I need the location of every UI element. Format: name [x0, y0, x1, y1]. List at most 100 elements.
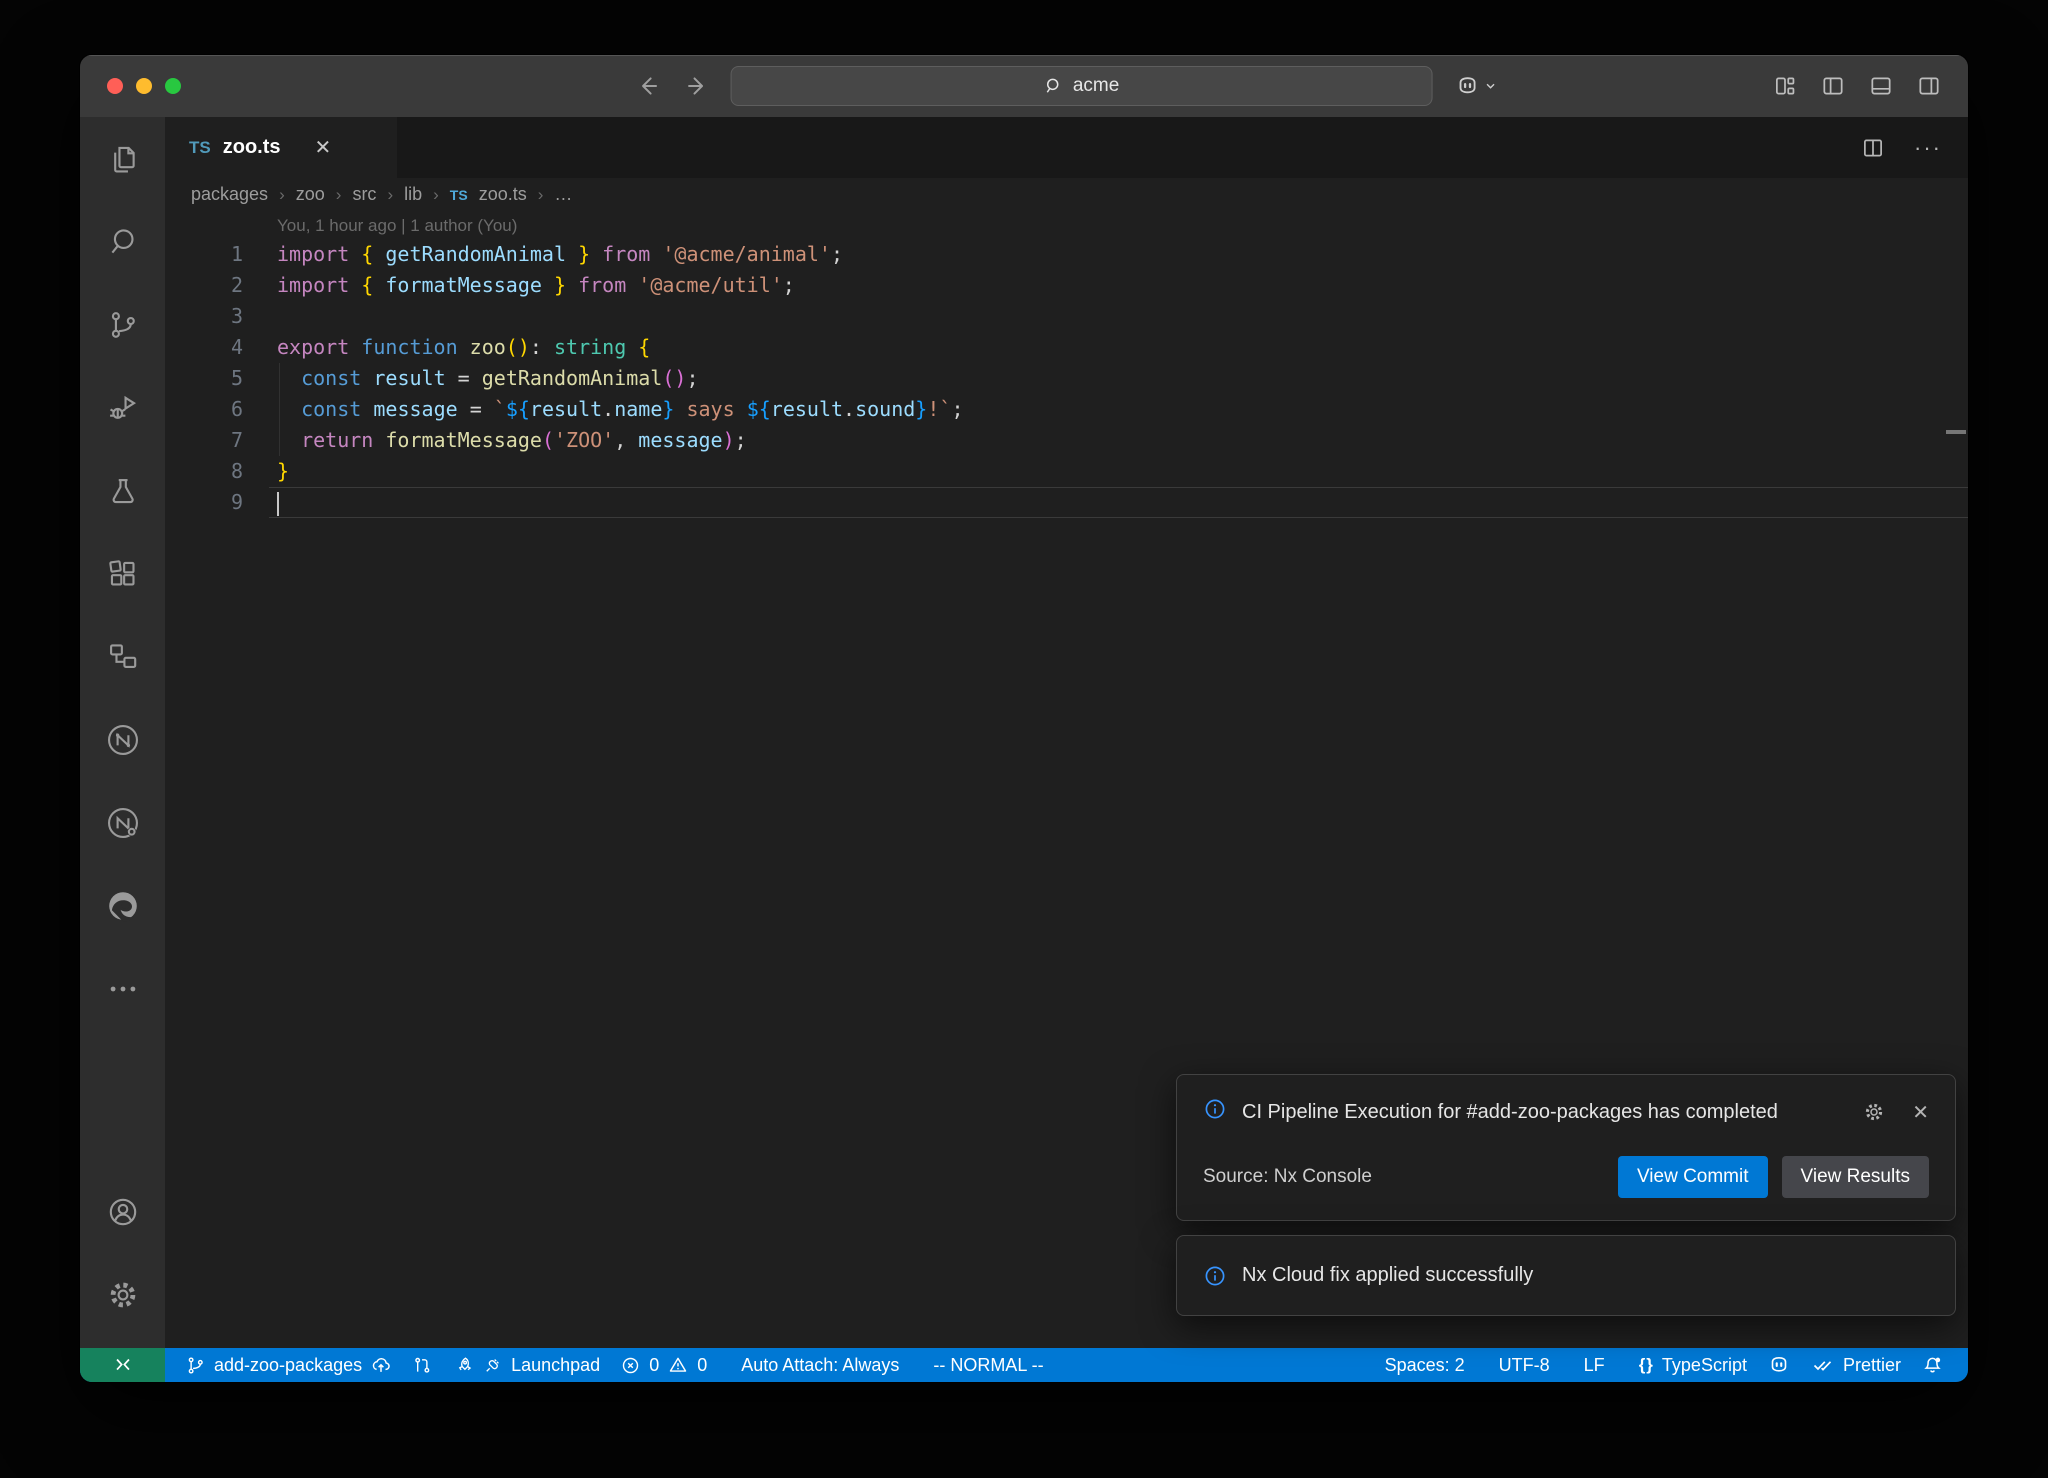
- minimize-window-button[interactable]: [136, 78, 152, 94]
- code-line[interactable]: 5 const result = getRandomAnimal();: [165, 363, 1968, 394]
- line-number: 8: [165, 456, 243, 487]
- encoding-item[interactable]: UTF-8: [1489, 1348, 1560, 1382]
- copilot-icon: [1767, 1353, 1791, 1377]
- breadcrumb-lib[interactable]: lib: [404, 184, 422, 205]
- project-graph-icon[interactable]: [80, 615, 165, 698]
- chevron-down-icon: [1484, 79, 1498, 93]
- view-results-button[interactable]: View Results: [1782, 1156, 1929, 1198]
- tab-zoo-ts[interactable]: TS zoo.ts ✕: [165, 117, 397, 178]
- view-commit-button[interactable]: View Commit: [1618, 1156, 1768, 1198]
- code-line[interactable]: 3: [165, 301, 1968, 332]
- breadcrumb-symbol[interactable]: …: [554, 184, 572, 205]
- code-token: [277, 397, 301, 421]
- code-line[interactable]: 4export function zoo(): string {: [165, 332, 1968, 363]
- notification-message: Nx Cloud fix applied successfully: [1242, 1260, 1533, 1291]
- error-count: 0: [649, 1355, 659, 1376]
- code-token: `: [494, 397, 506, 421]
- notification-settings-gear-icon[interactable]: [1862, 1100, 1886, 1125]
- code-line[interactable]: 6 const message = `${result.name} says $…: [165, 394, 1968, 425]
- breadcrumb-separator: ›: [538, 185, 544, 205]
- code-token: [349, 335, 361, 359]
- edge-browser-icon[interactable]: [80, 864, 165, 947]
- close-window-button[interactable]: [107, 78, 123, 94]
- status-bar: add-zoo-packages Launchpad 0 0 Auto Atta…: [80, 1348, 1968, 1382]
- nx-console-icon[interactable]: [80, 698, 165, 781]
- copilot-status-item[interactable]: [1757, 1348, 1801, 1382]
- nx-cloud-icon[interactable]: [80, 781, 165, 864]
- eol-item[interactable]: LF: [1574, 1348, 1615, 1382]
- code-token: '@acme/util': [638, 273, 783, 297]
- code-token: [626, 273, 638, 297]
- code-token: }: [277, 459, 289, 483]
- line-number: 4: [165, 332, 243, 363]
- code-token: (): [662, 366, 686, 390]
- code-token: }: [915, 397, 927, 421]
- code-token: }: [554, 273, 566, 297]
- vim-mode-item[interactable]: -- NORMAL --: [923, 1348, 1053, 1382]
- line-number: 6: [165, 394, 243, 425]
- code-line[interactable]: 9: [165, 487, 1968, 518]
- problems-item[interactable]: 0 0: [610, 1348, 717, 1382]
- breadcrumb-packages[interactable]: packages: [191, 184, 268, 205]
- maximize-window-button[interactable]: [165, 78, 181, 94]
- publish-cloud-icon: [370, 1354, 392, 1376]
- double-check-icon: [1811, 1353, 1835, 1377]
- split-editor-icon[interactable]: [1860, 135, 1886, 161]
- run-debug-icon[interactable]: [80, 366, 165, 449]
- code-token: [373, 242, 385, 266]
- line-number: 9: [165, 487, 243, 518]
- search-sidebar-icon[interactable]: [80, 200, 165, 283]
- git-branch-item[interactable]: add-zoo-packages: [175, 1348, 402, 1382]
- code-token: (: [542, 428, 554, 452]
- code-line[interactable]: 1import { getRandomAnimal } from '@acme/…: [165, 239, 1968, 270]
- rocket-icon: [453, 1354, 475, 1376]
- code-line[interactable]: 7 return formatMessage('ZOO', message);: [165, 425, 1968, 456]
- extensions-icon[interactable]: [80, 532, 165, 615]
- command-center-search[interactable]: acme: [731, 66, 1433, 106]
- launchpad-item[interactable]: Launchpad: [443, 1348, 610, 1382]
- navigate-forward-icon[interactable]: [683, 73, 709, 99]
- breadcrumb-zoo[interactable]: zoo: [296, 184, 325, 205]
- breadcrumb-src[interactable]: src: [352, 184, 376, 205]
- text-cursor: [277, 492, 279, 516]
- code-token: from: [578, 273, 626, 297]
- code-token: ): [723, 428, 735, 452]
- git-graph-item[interactable]: [402, 1348, 443, 1382]
- code-token: '@acme/animal': [662, 242, 831, 266]
- code-token: [373, 273, 385, 297]
- formatter-item[interactable]: Prettier: [1801, 1348, 1911, 1382]
- toggle-primary-sidebar-icon[interactable]: [1820, 73, 1846, 99]
- copilot-menu[interactable]: [1455, 73, 1498, 99]
- tab-label: zoo.ts: [223, 136, 281, 159]
- toggle-secondary-sidebar-icon[interactable]: [1916, 73, 1942, 99]
- toggle-panel-icon[interactable]: [1868, 73, 1894, 99]
- activity-bar: [80, 117, 165, 1348]
- code-token: [349, 242, 361, 266]
- testing-icon[interactable]: [80, 449, 165, 532]
- overview-ruler-cursor-mark: [1946, 430, 1966, 434]
- navigate-back-icon[interactable]: [637, 73, 663, 99]
- code-token: [590, 242, 602, 266]
- customize-layout-icon[interactable]: [1772, 73, 1798, 99]
- notification-close-icon[interactable]: ✕: [1912, 1100, 1929, 1125]
- code-token: ;: [831, 242, 843, 266]
- language-mode-item[interactable]: {} TypeScript: [1629, 1348, 1757, 1382]
- close-tab-icon[interactable]: ✕: [315, 135, 332, 160]
- accounts-icon[interactable]: [80, 1170, 165, 1253]
- notifications-bell-item[interactable]: [1911, 1348, 1954, 1382]
- explorer-icon[interactable]: [80, 117, 165, 200]
- source-control-icon[interactable]: [80, 283, 165, 366]
- code-line[interactable]: 2import { formatMessage } from '@acme/ut…: [165, 270, 1968, 301]
- breadcrumb-file[interactable]: zoo.ts: [479, 184, 527, 205]
- additional-views-icon[interactable]: [80, 947, 165, 1030]
- launchpad-label: Launchpad: [511, 1355, 600, 1376]
- settings-gear-icon[interactable]: [80, 1253, 165, 1336]
- code-line[interactable]: 8}: [165, 456, 1968, 487]
- auto-attach-item[interactable]: Auto Attach: Always: [731, 1348, 909, 1382]
- editor-more-actions-icon[interactable]: ···: [1914, 143, 1942, 153]
- remote-indicator[interactable]: [80, 1348, 165, 1382]
- indentation-item[interactable]: Spaces: 2: [1375, 1348, 1475, 1382]
- info-icon: [1203, 1264, 1227, 1288]
- bell-dot-icon: [1921, 1354, 1944, 1377]
- git-blame-annotation: You, 1 hour ago | 1 author (You): [277, 211, 1968, 239]
